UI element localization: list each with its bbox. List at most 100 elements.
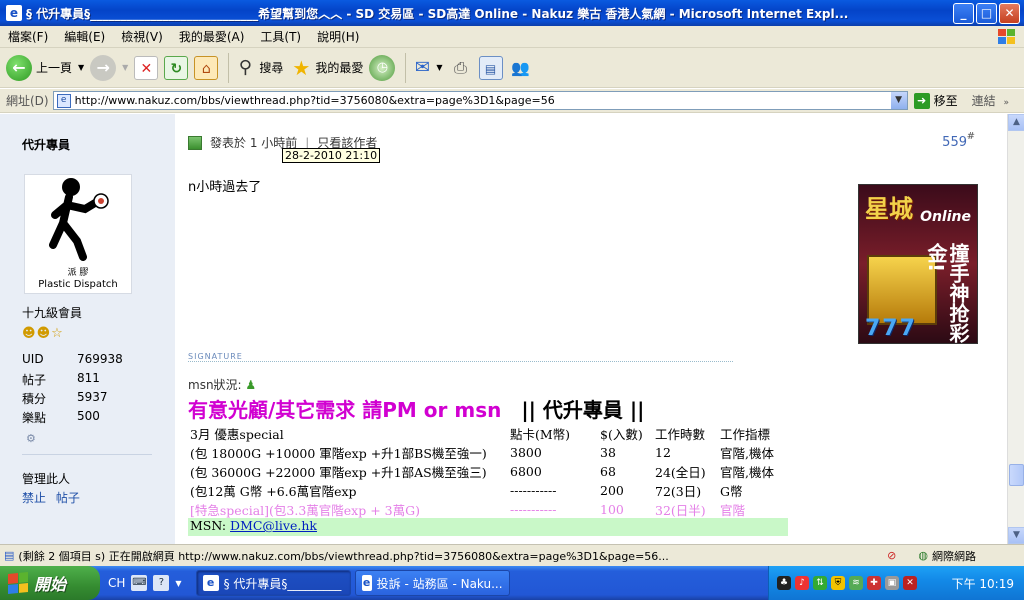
- popup-blocked-icon[interactable]: ⊘: [887, 549, 896, 562]
- back-arrow-icon: ←: [6, 54, 32, 81]
- ie-task-icon: e: [202, 575, 219, 591]
- refresh-icon[interactable]: ↻: [164, 55, 189, 80]
- system-tray: ♣ ♪ ⇅ ⛨ ≋ ✚ ▣ ✕ 下午 10:19: [768, 566, 1024, 600]
- stat-posts: 帖子 811: [22, 371, 100, 387]
- avatar-caption-english: Plastic Dispatch: [38, 279, 118, 290]
- menu-edit[interactable]: 編輯(E): [56, 28, 113, 45]
- back-dropdown-icon[interactable]: ▼: [78, 63, 84, 72]
- internet-globe-icon: ◍: [918, 549, 928, 562]
- stick-figure-icon: [49, 178, 109, 261]
- smiley-icon: ☻: [22, 326, 37, 341]
- address-input[interactable]: e http://www.nakuz.com/bbs/viewthread.ph…: [52, 91, 908, 110]
- help-icon[interactable]: ?: [153, 575, 170, 591]
- edit-icon[interactable]: ▤: [478, 55, 503, 80]
- links-chevron-icon: »: [1003, 98, 1009, 108]
- scroll-up-icon[interactable]: ▲: [1008, 114, 1024, 131]
- network-icon[interactable]: ⇅: [813, 576, 827, 590]
- links-button[interactable]: 連結 »: [972, 92, 1009, 109]
- favorites-button[interactable]: ★ 我的最愛: [289, 56, 363, 80]
- loading-page-icon: ▤: [4, 549, 15, 562]
- printer-tray-icon[interactable]: ▣: [885, 576, 899, 590]
- keyboard-icon[interactable]: ⌨: [131, 575, 148, 591]
- antivirus-icon[interactable]: ✚: [867, 576, 881, 590]
- price-table: 3月 優惠special 點卡(M幣) $(入數) 工作時數 工作指標 (包 1…: [188, 424, 776, 519]
- avatar[interactable]: 派 膠 Plastic Dispatch: [24, 174, 132, 294]
- address-bar: 網址(D) e http://www.nakuz.com/bbs/viewthr…: [0, 89, 1024, 113]
- smiley-icon: ☻: [36, 326, 52, 341]
- ad-subtitle: Online: [920, 209, 971, 225]
- security-zone: ⊘ ◍ 網際網路: [887, 549, 976, 563]
- mail-icon[interactable]: ✉: [410, 56, 434, 80]
- print-icon[interactable]: ⎙: [449, 56, 473, 80]
- mail-dropdown-icon[interactable]: ▼: [436, 63, 442, 72]
- forward-button[interactable]: → ▼: [90, 54, 128, 81]
- search-icon: ⚲: [238, 56, 252, 78]
- page-content: 代升專員 派 膠 Plastic Dispatch 十九級會員 ☻☻☆ UID 7…: [0, 114, 1007, 544]
- ie-icon: e: [6, 5, 22, 21]
- window-title: § 代升專員§____________________________希望幫到您…: [26, 6, 849, 21]
- windows-logo-icon: [998, 29, 1015, 44]
- medal-icon[interactable]: ⚙: [26, 432, 36, 445]
- table-row: (包12萬 G幣 +6.6萬官階exp ----------- 200 72(3日) G…: [190, 483, 743, 499]
- stat-points: 積分 5937: [22, 390, 108, 406]
- posts-link[interactable]: 帖子: [56, 491, 80, 505]
- signature-divider: SIGNATURE: [188, 352, 733, 362]
- favorites-star-icon: ★: [292, 55, 311, 80]
- manage-label: 管理此人: [22, 472, 71, 486]
- author-sidebar: 代升專員 派 膠 Plastic Dispatch 十九級會員 ☻☻☆ UID 7…: [0, 114, 175, 544]
- table-row: [特急special](包3.3萬官階exp + 3萬G) -----------…: [190, 502, 746, 518]
- qq-icon[interactable]: ♣: [777, 576, 791, 590]
- back-button[interactable]: ← 上一頁 ▼: [6, 54, 84, 81]
- maximize-button[interactable]: □: [976, 3, 997, 24]
- scroll-thumb[interactable]: [1009, 464, 1024, 486]
- history-icon[interactable]: ◷: [369, 54, 396, 81]
- msn-buddy-icon[interactable]: ♟: [245, 378, 256, 392]
- member-rank: 十九級會員: [22, 306, 83, 320]
- ad-sevens: 777: [865, 316, 917, 341]
- msn-contact-line: MSN: DMC@live.hk: [188, 518, 788, 536]
- messenger-icon[interactable]: 👥: [509, 56, 533, 80]
- scroll-down-icon[interactable]: ▼: [1008, 527, 1024, 544]
- wifi-icon[interactable]: ≋: [849, 576, 863, 590]
- msn-email-link[interactable]: DMC@live.hk: [230, 518, 317, 533]
- tray-close-icon[interactable]: ✕: [903, 576, 917, 590]
- ie-task-icon: e: [361, 575, 372, 591]
- windows-flag-icon: [8, 571, 28, 595]
- quicklaunch-chevron-icon[interactable]: ▼: [175, 579, 181, 588]
- menu-favorites[interactable]: 我的最愛(A): [171, 28, 253, 45]
- home-icon[interactable]: ⌂: [194, 55, 219, 80]
- title-bar: e § 代升專員§____________________________希望幫…: [0, 0, 1024, 26]
- clock[interactable]: 下午 10:19: [952, 575, 1014, 592]
- search-button[interactable]: ⚲ 搜尋: [233, 56, 284, 80]
- table-row: (包 18000G +10000 軍階exp +升1部BS機至強一) 3800 38…: [190, 445, 774, 461]
- close-button[interactable]: ✕: [999, 3, 1020, 24]
- toolbar-separator: [228, 52, 230, 83]
- quick-launch: CH ⌨ ? ▼: [108, 575, 182, 591]
- start-button[interactable]: 開始: [0, 566, 100, 600]
- menu-tools[interactable]: 工具(T): [252, 28, 309, 45]
- language-indicator[interactable]: CH: [108, 576, 125, 590]
- floor-number[interactable]: 559: [942, 135, 967, 150]
- game-advertisement[interactable]: 星城 Online 撞手神抢彩金! 777: [858, 184, 978, 344]
- post-area: 發表於 1 小時前 | 只看該作者 559 # 28-2-2010 21:10 …: [188, 114, 993, 544]
- ban-link[interactable]: 禁止: [22, 491, 46, 505]
- address-dropdown-icon[interactable]: ▼: [890, 92, 907, 109]
- task-button-current[interactable]: e § 代升專員§_________: [195, 570, 351, 596]
- forward-dropdown-icon[interactable]: ▼: [122, 63, 128, 72]
- table-row: (包 36000G +22000 軍階exp +升1部AS機至強三) 6800 68…: [190, 464, 774, 480]
- avatar-caption-chinese: 派 膠: [67, 268, 89, 278]
- stop-icon[interactable]: ✕: [134, 55, 159, 80]
- vertical-scrollbar[interactable]: ▲ ▼: [1007, 114, 1024, 544]
- menu-view[interactable]: 檢視(V): [113, 28, 171, 45]
- security-shield-icon[interactable]: ⛨: [831, 576, 845, 590]
- volume-icon[interactable]: ♪: [795, 576, 809, 590]
- go-button[interactable]: ➜ 移至: [913, 92, 958, 109]
- table-header: 3月 優惠special 點卡(M幣) $(入數) 工作時數 工作指標: [190, 427, 771, 442]
- task-button-other[interactable]: e 投訴 - 站務區 - Naku...: [354, 570, 510, 596]
- page-icon: e: [56, 93, 71, 108]
- minimize-button[interactable]: _: [953, 3, 974, 24]
- floor-hash: #: [966, 131, 975, 142]
- author-name[interactable]: 代升專員: [22, 136, 70, 153]
- menu-help[interactable]: 說明(H): [309, 28, 367, 45]
- menu-file[interactable]: 檔案(F): [0, 28, 56, 45]
